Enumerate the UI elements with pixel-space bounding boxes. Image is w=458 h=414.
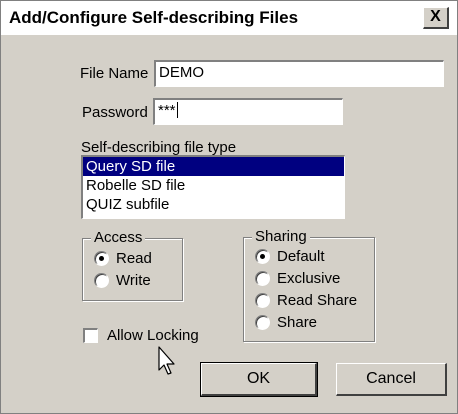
file-type-listbox[interactable]: Query SD file Robelle SD file QUIZ subfi…: [81, 155, 345, 219]
allow-locking-checkbox[interactable]: [83, 328, 98, 343]
access-write-option[interactable]: Write: [94, 272, 151, 289]
close-icon: X: [430, 8, 441, 25]
access-read-label: Read: [116, 250, 152, 267]
file-name-field[interactable]: DEMO: [154, 60, 444, 87]
title-bar: Add/Configure Self-describing Files X: [1, 1, 457, 35]
allow-locking-label: Allow Locking: [107, 327, 199, 344]
radio-checked-icon: [255, 249, 270, 264]
radio-unchecked-icon: [255, 271, 270, 286]
radio-unchecked-icon: [255, 293, 270, 308]
sharing-read-share-label: Read Share: [277, 292, 358, 309]
access-group-title: Access: [91, 229, 146, 246]
list-item-quiz-subfile[interactable]: QUIZ subfile: [83, 195, 344, 214]
radio-unchecked-icon: [255, 315, 270, 330]
sharing-group-title: Sharing: [252, 228, 310, 245]
password-field[interactable]: ***: [153, 98, 343, 125]
access-write-label: Write: [116, 272, 151, 289]
ok-button[interactable]: OK: [200, 362, 318, 397]
sharing-share-label: Share: [277, 314, 318, 331]
radio-unchecked-icon: [94, 273, 109, 288]
sharing-read-share-option[interactable]: Read Share: [255, 292, 357, 309]
radio-checked-icon: [94, 251, 109, 266]
text-caret: [176, 102, 178, 118]
sharing-default-option[interactable]: Default: [255, 248, 325, 265]
sharing-default-label: Default: [277, 248, 325, 265]
file-type-label: Self-describing file type: [81, 139, 237, 156]
file-name-label: File Name: [80, 65, 149, 82]
sharing-exclusive-option[interactable]: Exclusive: [255, 270, 340, 287]
list-item-query-sd-file[interactable]: Query SD file: [83, 157, 344, 176]
close-button[interactable]: X: [423, 7, 449, 29]
password-value: ***: [158, 102, 176, 119]
arrow-cursor-icon: [158, 346, 175, 375]
window-title: Add/Configure Self-describing Files: [9, 8, 299, 27]
sharing-exclusive-label: Exclusive: [277, 270, 341, 287]
access-group: Access: [82, 229, 183, 301]
password-label: Password: [82, 104, 148, 121]
sharing-share-option[interactable]: Share: [255, 314, 317, 331]
cancel-button[interactable]: Cancel: [336, 363, 447, 396]
access-read-option[interactable]: Read: [94, 250, 152, 267]
file-name-value: DEMO: [159, 64, 204, 81]
list-item-robelle-sd-file[interactable]: Robelle SD file: [83, 176, 344, 195]
configure-files-dialog: Add/Configure Self-describing Files X Fi…: [0, 0, 458, 414]
